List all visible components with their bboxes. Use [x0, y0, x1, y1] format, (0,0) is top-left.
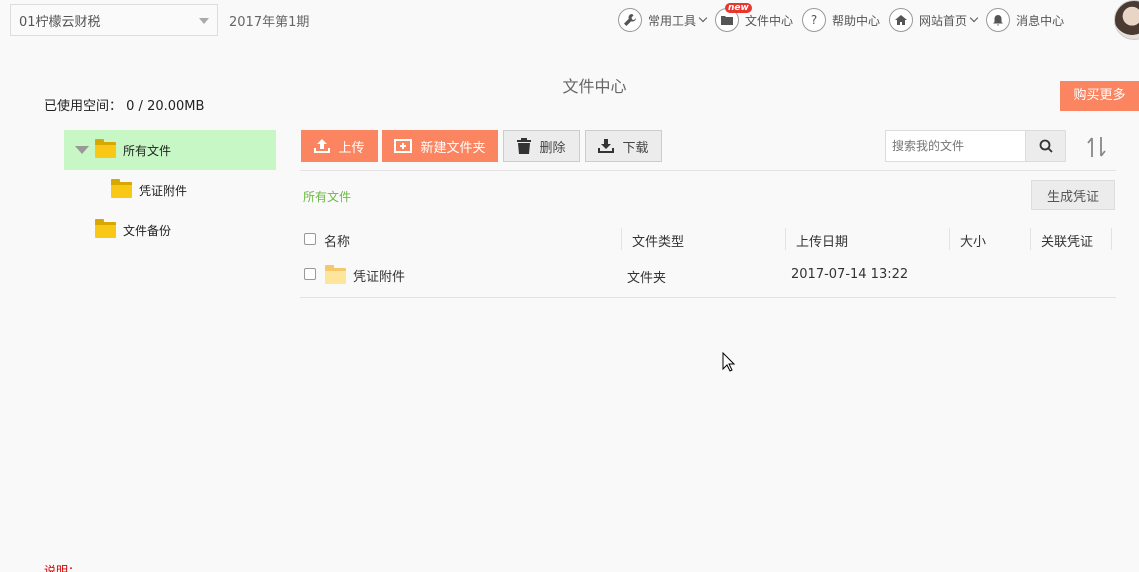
tree-item-label: 凭证附件 [139, 183, 188, 198]
mouse-cursor-icon [722, 352, 736, 372]
sort-icon[interactable] [1086, 135, 1108, 159]
row-checkbox[interactable] [304, 268, 316, 280]
delete-label: 删除 [539, 140, 566, 156]
note-label: 说明： [44, 564, 81, 572]
divider [300, 170, 1116, 171]
chevron-down-icon [698, 13, 708, 23]
select-all-checkbox[interactable] [304, 233, 316, 245]
row-name-cell[interactable]: 凭证附件 [325, 264, 406, 285]
nav-home-label: 网站首页 [919, 13, 968, 28]
nav-tools-label: 常用工具 [648, 13, 697, 28]
row-date: 2017-07-14 13:22 [791, 267, 909, 282]
chevron-down-icon [199, 18, 209, 24]
download-icon [598, 139, 615, 153]
folder-icon [95, 219, 116, 238]
search-icon [1039, 139, 1053, 153]
avatar[interactable] [1114, 0, 1139, 40]
nav-messages[interactable]: 消息中心 [986, 8, 1064, 32]
divider [300, 297, 1116, 298]
column-divider [1030, 228, 1031, 250]
column-header-type[interactable]: 文件类型 [632, 231, 684, 250]
wrench-icon [618, 8, 642, 32]
period-label[interactable]: 2017年第1期 [229, 11, 309, 30]
breadcrumb[interactable]: 所有文件 [303, 188, 351, 205]
tree-item-label: 文件备份 [123, 223, 172, 238]
column-divider [621, 228, 622, 250]
upload-icon [314, 139, 331, 153]
row-type: 文件夹 [627, 271, 667, 286]
nav-file-center-label: 文件中心 [745, 13, 794, 28]
chevron-down-icon [969, 13, 979, 23]
top-nav: 常用工具 new 文件中心 ? 帮助中心 网站首页 消息中心 [618, 3, 1073, 33]
new-folder-button[interactable]: 新建文件夹 [382, 130, 498, 162]
folder-icon [95, 139, 116, 158]
nav-tools[interactable]: 常用工具 [618, 8, 708, 32]
folder-icon [111, 179, 132, 198]
tree-item-all-files[interactable]: 所有文件 [64, 130, 276, 170]
used-space-value: 0 / 20.00MB [126, 99, 205, 114]
download-label: 下载 [622, 140, 649, 156]
column-header-name[interactable]: 名称 [324, 231, 350, 250]
column-header-voucher[interactable]: 关联凭证 [1041, 231, 1093, 250]
question-icon: ? [802, 8, 827, 32]
nav-messages-label: 消息中心 [1016, 13, 1065, 28]
company-name: 01柠檬云财税 [19, 14, 101, 30]
used-space-label: 已使用空间： [44, 99, 123, 114]
nav-file-center[interactable]: new 文件中心 [715, 3, 794, 32]
nav-help-label: 帮助中心 [832, 13, 881, 28]
new-badge: new [725, 3, 752, 13]
folder-icon [325, 264, 346, 284]
new-folder-icon [394, 139, 413, 153]
page-title: 文件中心 [562, 77, 627, 96]
search-button[interactable] [1025, 130, 1066, 162]
company-select[interactable]: 01柠檬云财税 [10, 4, 218, 36]
delete-button[interactable]: 删除 [503, 130, 580, 162]
column-divider [785, 228, 786, 250]
column-header-date[interactable]: 上传日期 [796, 231, 848, 250]
download-button[interactable]: 下载 [585, 130, 662, 162]
home-icon [889, 8, 914, 32]
tree-item-file-backup[interactable]: 文件备份 [95, 219, 171, 241]
search-input[interactable] [885, 130, 1026, 162]
column-divider [949, 228, 950, 250]
new-folder-label: 新建文件夹 [420, 140, 486, 156]
bell-icon [986, 8, 1011, 32]
generate-voucher-button[interactable]: 生成凭证 [1031, 180, 1115, 210]
tree-item-voucher-attachments[interactable]: 凭证附件 [111, 179, 187, 201]
buy-more-button[interactable]: 购买更多 [1060, 81, 1139, 111]
nav-home[interactable]: 网站首页 [889, 8, 979, 32]
column-header-size[interactable]: 大小 [960, 231, 986, 250]
column-divider [1111, 228, 1112, 250]
expand-triangle-icon[interactable] [75, 146, 89, 154]
upload-label: 上传 [338, 140, 365, 156]
nav-help[interactable]: ? 帮助中心 [802, 8, 880, 32]
row-name: 凭证附件 [353, 270, 406, 285]
upload-button[interactable]: 上传 [301, 130, 378, 162]
used-space: 已使用空间： 0 / 20.00MB [44, 95, 204, 114]
tree-item-label: 所有文件 [123, 143, 172, 158]
trash-icon [517, 138, 532, 154]
